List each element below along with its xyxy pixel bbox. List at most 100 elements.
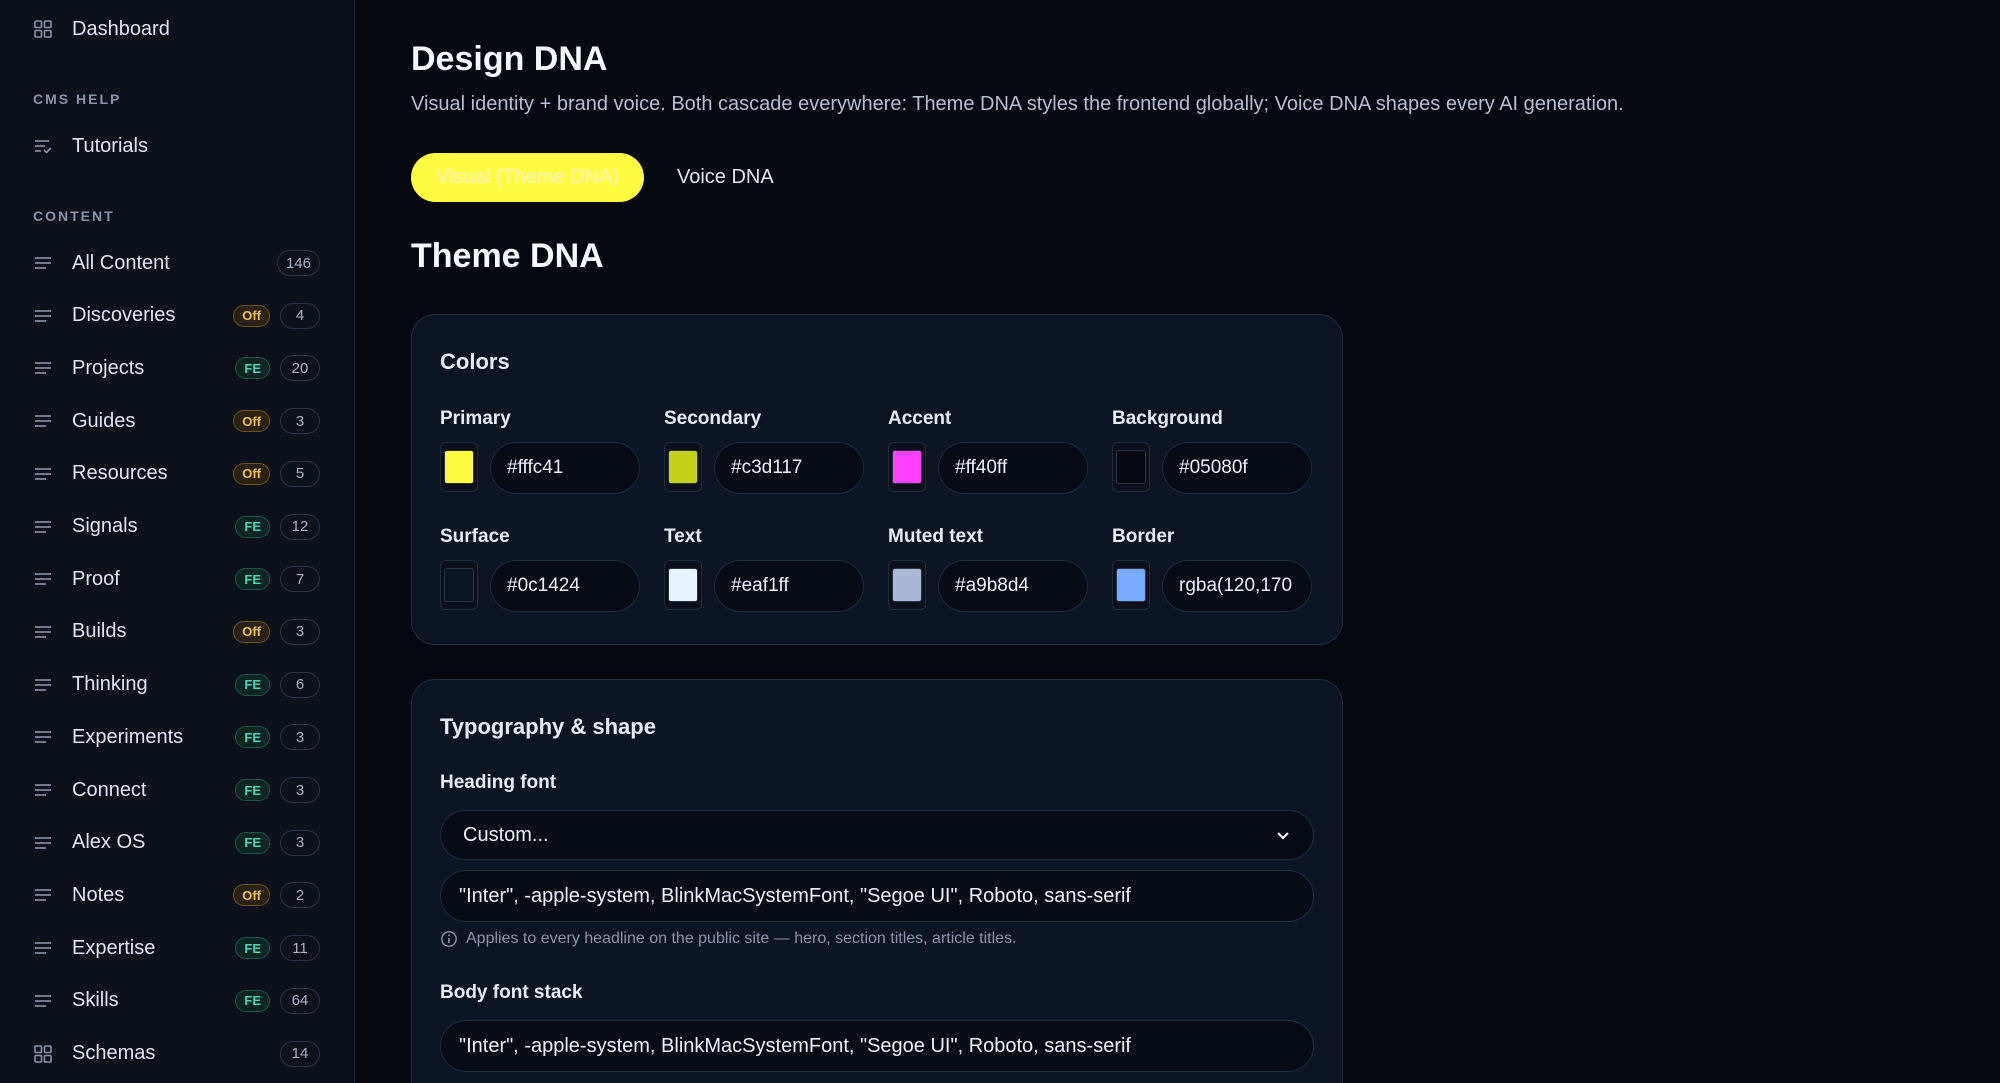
status-badge: FE <box>235 357 270 380</box>
color-swatch-button[interactable] <box>1112 442 1150 492</box>
sidebar-item-label: Schemas <box>72 1042 156 1064</box>
color-value-input[interactable] <box>1162 442 1312 494</box>
color-swatch <box>444 568 474 602</box>
tab-visual-theme-dna[interactable]: Visual (Theme DNA) <box>411 153 644 202</box>
count-badge: 64 <box>280 987 320 1014</box>
count-badge: 2 <box>280 882 320 909</box>
tab-voice-dna[interactable]: Voice DNA <box>677 153 797 202</box>
lines-icon <box>35 467 51 480</box>
lines-icon <box>35 678 51 691</box>
color-swatch-button[interactable] <box>1112 560 1150 610</box>
sidebar-item-alex-os[interactable]: Alex OS FE 3 <box>0 821 354 865</box>
status-badge: Off <box>233 884 270 907</box>
color-swatch-button[interactable] <box>888 442 926 492</box>
status-badge: Off <box>233 462 270 485</box>
color-swatch <box>444 450 474 484</box>
section-heading-cms-help: CMS HELP <box>33 91 122 107</box>
status-badge: FE <box>235 779 270 801</box>
sidebar-item-experiments[interactable]: Experiments FE 3 <box>0 715 354 759</box>
sidebar-item-label: Skills <box>72 989 119 1012</box>
list-check-icon <box>35 140 52 154</box>
status-badge: FE <box>235 831 270 854</box>
color-value-input[interactable] <box>1162 560 1312 612</box>
sidebar-item-skills[interactable]: Skills FE 64 <box>0 979 354 1023</box>
lines-icon <box>35 731 51 744</box>
colors-card: Colors Primary Secondary Accent Background S… <box>411 314 1343 645</box>
status-badge: FE <box>235 673 270 696</box>
color-field-background: Background <box>1112 408 1322 518</box>
color-value-input[interactable] <box>490 442 640 494</box>
sidebar-item-label: Thinking <box>72 673 148 696</box>
lines-icon <box>35 889 51 902</box>
count-badge: 6 <box>280 671 320 698</box>
heading-font-select-value: Custom... <box>463 823 549 846</box>
status-badge: FE <box>235 515 270 538</box>
page-subtitle: Visual identity + brand voice. Both casc… <box>411 93 1624 115</box>
sidebar-item-notes[interactable]: Notes Off 2 <box>0 873 354 917</box>
color-label: Primary <box>440 408 511 429</box>
sidebar-item-label: Connect <box>72 778 147 801</box>
sidebar-item-discoveries[interactable]: Discoveries Off 4 <box>0 294 354 338</box>
chevron-down-icon <box>1277 832 1289 840</box>
section-heading-content: CONTENT <box>33 208 115 224</box>
status-badge: Off <box>233 620 270 643</box>
sidebar-item-all-content[interactable]: All Content 146 <box>0 241 354 285</box>
color-swatch <box>1116 450 1146 484</box>
sidebar-item-signals[interactable]: Signals FE 12 <box>0 505 354 549</box>
color-field-border: Border <box>1112 526 1322 636</box>
info-icon <box>441 931 457 947</box>
sidebar-item-tutorials[interactable]: Tutorials <box>0 124 354 168</box>
color-field-secondary: Secondary <box>664 408 874 518</box>
color-label: Secondary <box>664 408 762 429</box>
tab-label: Visual (Theme DNA) <box>435 166 620 188</box>
count-badge: 3 <box>280 777 320 803</box>
sidebar-item-label: Tutorials <box>72 134 148 157</box>
color-swatch <box>1116 568 1146 602</box>
grid-icon <box>34 1044 52 1063</box>
color-value-input[interactable] <box>938 442 1088 494</box>
color-swatch <box>668 450 698 484</box>
body-font-stack-input[interactable] <box>440 1020 1314 1072</box>
sidebar-item-label: Builds <box>72 620 127 643</box>
sidebar-item-builds[interactable]: Builds Off 3 <box>0 610 354 654</box>
heading-font-stack-input[interactable] <box>440 870 1314 922</box>
heading-font-hint: Applies to every headline on the public … <box>440 930 1017 948</box>
color-field-accent: Accent <box>888 408 1098 518</box>
sidebar-item-schemas[interactable]: Schemas 14 <box>0 1032 354 1076</box>
color-swatch-button[interactable] <box>664 442 702 492</box>
sidebar-item-connect[interactable]: Connect FE 3 <box>0 768 354 812</box>
sidebar-item-proof[interactable]: Proof FE 7 <box>0 557 354 601</box>
color-swatch-button[interactable] <box>440 560 478 610</box>
color-field-surface: Surface <box>440 526 650 636</box>
count-badge: 3 <box>280 408 320 435</box>
color-value-input[interactable] <box>490 560 640 612</box>
color-value-input[interactable] <box>938 560 1088 612</box>
sidebar-item-thinking[interactable]: Thinking FE 6 <box>0 663 354 707</box>
tab-label: Voice DNA <box>677 166 774 188</box>
color-field-primary: Primary <box>440 408 650 518</box>
color-value-input[interactable] <box>714 442 864 494</box>
count-badge: 5 <box>280 460 320 487</box>
sidebar-item-expertise[interactable]: Expertise FE 11 <box>0 926 354 970</box>
sidebar-item-resources[interactable]: Resources Off 5 <box>0 452 354 496</box>
sidebar-item-projects[interactable]: Projects FE 20 <box>0 346 354 390</box>
color-label: Border <box>1112 526 1175 547</box>
color-swatch-button[interactable] <box>888 560 926 610</box>
card-title: Typography & shape <box>440 714 656 739</box>
color-swatch-button[interactable] <box>664 560 702 610</box>
sidebar-item-label: Notes <box>72 883 125 906</box>
heading-font-label: Heading font <box>440 772 557 793</box>
heading-font-select[interactable]: Custom... <box>440 810 1314 860</box>
status-badge: FE <box>235 989 270 1012</box>
sidebar-item-dashboard[interactable]: Dashboard <box>0 7 354 51</box>
lines-icon <box>35 626 51 638</box>
color-value-input[interactable] <box>714 560 864 612</box>
count-badge: 3 <box>280 618 320 645</box>
sidebar-item-label: Discoveries <box>72 304 176 327</box>
sidebar-item-guides[interactable]: Guides Off 3 <box>0 399 354 443</box>
count-badge: 3 <box>280 724 320 751</box>
sidebar-item-label: Experiments <box>72 725 184 748</box>
color-label: Accent <box>888 408 952 429</box>
color-swatch-button[interactable] <box>440 442 478 492</box>
sidebar-item-label: Dashboard <box>72 17 170 40</box>
